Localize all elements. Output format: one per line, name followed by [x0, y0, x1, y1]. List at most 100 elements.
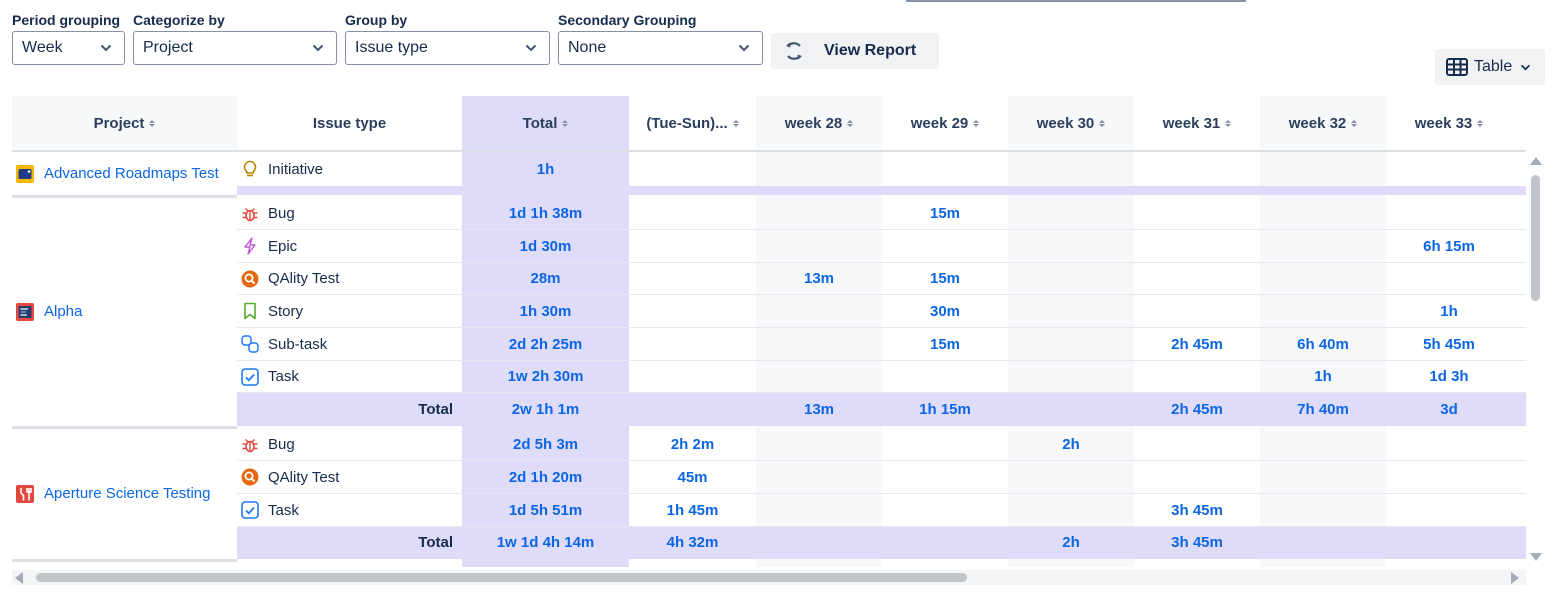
period-grouping-value: Week — [22, 39, 63, 56]
issue-type-cell: Bug — [237, 429, 462, 461]
week-value-cell[interactable]: 45m — [629, 461, 756, 493]
row-total-cell[interactable]: 28m — [462, 263, 629, 295]
categorize-by-filter: Categorize by Project — [133, 11, 337, 65]
refresh-icon — [783, 40, 805, 62]
project-cell[interactable]: Advanced Roadmaps Test — [12, 153, 237, 195]
chevron-down-icon — [738, 42, 750, 54]
group-total-value[interactable]: 2w 1h 1m — [462, 393, 629, 425]
header-week[interactable]: week 33 — [1386, 96, 1512, 151]
week-value-cell[interactable]: 30m — [882, 295, 1008, 327]
week-value-cell[interactable]: 1h — [1386, 295, 1512, 327]
week-value-cell[interactable]: 1h 45m — [629, 494, 756, 526]
period-grouping-label: Period grouping — [12, 12, 121, 28]
week-column-bg — [1008, 96, 1134, 567]
header-week-label: week 33 — [1414, 115, 1473, 132]
week-value-cell[interactable]: 2h — [1008, 429, 1134, 461]
issue-type-label: Task — [268, 368, 299, 386]
week-value-cell[interactable]: 6h 40m — [1260, 328, 1386, 360]
header-week[interactable]: (Tue-Sun)... — [629, 96, 756, 151]
sort-icon — [1477, 120, 1484, 127]
project-cell[interactable]: Alpha — [12, 198, 237, 426]
report-table: Project Issue type Total (Tue-Sun)... week 2… — [12, 96, 1526, 567]
categorize-by-label: Categorize by — [133, 12, 225, 28]
week-value-cell[interactable]: 2h 2m — [629, 429, 756, 461]
week-value-cell[interactable]: 3h 45m — [1134, 494, 1260, 526]
sort-icon — [847, 120, 854, 127]
project-cell[interactable]: Aperture Science Testing — [12, 429, 237, 559]
group-total-label: Total — [418, 534, 453, 552]
scroll-right-arrow-icon[interactable] — [1511, 572, 1519, 584]
issue-type-label: QAlity Test — [268, 468, 340, 486]
week-value-cell[interactable]: 1h — [1260, 361, 1386, 393]
week-value-cell[interactable]: 15m — [882, 263, 1008, 295]
week-value-cell[interactable]: 15m — [882, 198, 1008, 230]
table-view-button[interactable]: Table — [1435, 49, 1545, 85]
group-total-week-cell[interactable]: 1h 15m — [882, 393, 1008, 425]
categorize-by-select[interactable]: Project — [133, 31, 337, 65]
chevron-down-icon — [1520, 61, 1532, 73]
week-value-cell[interactable]: 13m — [756, 263, 882, 295]
lightbulb-icon — [241, 160, 259, 178]
header-week[interactable]: week 32 — [1260, 96, 1386, 151]
header-project[interactable]: Project — [12, 96, 237, 151]
header-week[interactable]: week 31 — [1134, 96, 1260, 151]
epic-icon — [241, 237, 259, 255]
issue-type-label: Bug — [268, 205, 295, 223]
header-week[interactable]: week 29 — [882, 96, 1008, 151]
scroll-left-arrow-icon[interactable] — [15, 572, 23, 584]
week-value-cell[interactable]: 1d 3h — [1386, 361, 1512, 393]
header-week-label: week 30 — [1036, 115, 1095, 132]
row-total-cell[interactable]: 1d 30m — [462, 230, 629, 262]
issue-type-cell: Story — [237, 295, 462, 327]
row-total-cell[interactable]: 2d 5h 3m — [462, 429, 629, 461]
header-week-label: week 31 — [1162, 115, 1221, 132]
secondary-grouping-select[interactable]: None — [558, 31, 763, 65]
week-value-cell[interactable]: 15m — [882, 328, 1008, 360]
view-report-button[interactable]: View Report — [771, 33, 939, 69]
issue-type-cell: QAlity Test — [237, 263, 462, 295]
task-checkbox-icon — [241, 501, 259, 519]
group-total-week-cell[interactable]: 7h 40m — [1260, 393, 1386, 425]
issue-type-cell: Sub-task — [237, 328, 462, 360]
header-week[interactable]: week 28 — [756, 96, 882, 151]
week-value-cell[interactable]: 2h 45m — [1134, 328, 1260, 360]
issue-type-label: QAlity Test — [268, 270, 340, 288]
row-total-cell[interactable]: 1h 30m — [462, 295, 629, 327]
chevron-down-icon — [312, 42, 324, 54]
row-total-cell[interactable]: 1d 1h 38m — [462, 198, 629, 230]
header-issue-type[interactable]: Issue type — [237, 96, 462, 151]
project-name-link[interactable]: Alpha — [44, 303, 82, 320]
horizontal-scroll-thumb[interactable] — [36, 573, 967, 582]
header-week-label: week 28 — [784, 115, 843, 132]
header-total[interactable]: Total — [462, 96, 629, 151]
issue-type-cell: Initiative — [237, 153, 462, 185]
row-total-cell[interactable]: 1d 5h 51m — [462, 494, 629, 526]
issue-type-cell: Epic — [237, 230, 462, 262]
group-total-week-cell[interactable]: 13m — [756, 393, 882, 425]
header-week-label: week 32 — [1288, 115, 1347, 132]
week-value-cell[interactable]: 6h 15m — [1386, 230, 1512, 262]
row-total-cell[interactable]: 1h — [462, 153, 629, 185]
group-total-value[interactable]: 1w 1d 4h 14m — [462, 527, 629, 559]
scroll-up-arrow-icon[interactable] — [1530, 157, 1542, 165]
vertical-scroll-thumb[interactable] — [1531, 175, 1540, 301]
project-name-link[interactable]: Advanced Roadmaps Test — [44, 165, 219, 182]
horizontal-scrollbar[interactable] — [12, 570, 1526, 585]
group-total-week-cell[interactable]: 3d — [1386, 393, 1512, 425]
project-name-link[interactable]: Aperture Science Testing — [44, 485, 211, 502]
period-grouping-select[interactable]: Week — [12, 31, 125, 65]
group-total-week-cell[interactable]: 4h 32m — [629, 527, 756, 559]
row-total-cell[interactable]: 2d 2h 25m — [462, 328, 629, 360]
week-value-cell[interactable]: 5h 45m — [1386, 328, 1512, 360]
group-total-week-cell[interactable]: 2h — [1008, 527, 1134, 559]
issue-type-cell: Bug — [237, 198, 462, 230]
vertical-scrollbar[interactable] — [1528, 155, 1543, 567]
row-total-cell[interactable]: 1w 2h 30m — [462, 361, 629, 393]
group-separator — [12, 559, 237, 563]
scroll-down-arrow-icon[interactable] — [1530, 553, 1542, 561]
header-week[interactable]: week 30 — [1008, 96, 1134, 151]
row-total-cell[interactable]: 2d 1h 20m — [462, 461, 629, 493]
group-total-week-cell[interactable]: 3h 45m — [1134, 527, 1260, 559]
group-by-select[interactable]: Issue type — [345, 31, 550, 65]
group-total-week-cell[interactable]: 2h 45m — [1134, 393, 1260, 425]
